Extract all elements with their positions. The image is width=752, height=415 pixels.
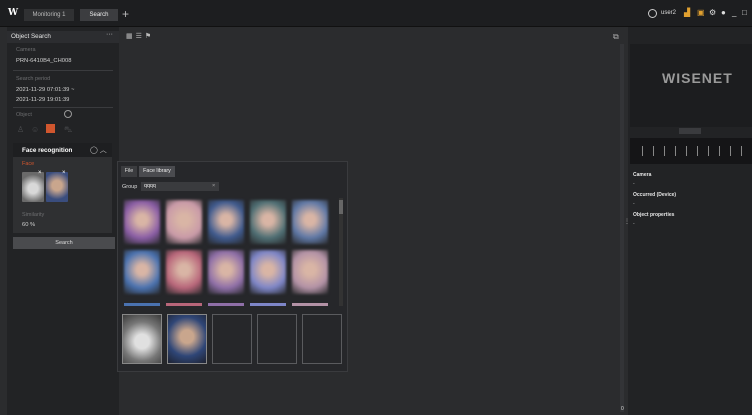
tab-face-library[interactable]: Face library bbox=[139, 166, 175, 177]
props-value: - bbox=[633, 221, 635, 227]
timeline-tick bbox=[708, 146, 709, 156]
position-readout: 0 bbox=[621, 406, 624, 412]
similarity-value[interactable]: 60 % bbox=[22, 222, 35, 228]
library-face-thumbnail[interactable] bbox=[166, 303, 202, 306]
view-mode-icons[interactable]: ▦☰⚑ bbox=[126, 32, 154, 40]
user-name[interactable]: user2 bbox=[661, 10, 676, 16]
timeline-tick bbox=[664, 146, 665, 156]
app-logo: W bbox=[8, 8, 19, 18]
empty-face-slot[interactable] bbox=[302, 314, 342, 364]
vertical-scrollbar[interactable] bbox=[620, 44, 624, 412]
similarity-label: Similarity bbox=[22, 212, 45, 218]
brand-logo: WISENET bbox=[662, 70, 733, 86]
face-thumbnail[interactable] bbox=[46, 172, 68, 202]
grid-scrollbar[interactable] bbox=[339, 198, 343, 306]
timeline-tick bbox=[675, 146, 676, 156]
settings-icon[interactable]: ⚙ bbox=[709, 8, 716, 17]
face-recognition-title: Face recognition bbox=[22, 147, 73, 154]
library-face-thumbnail[interactable] bbox=[208, 200, 244, 244]
object-search-title: Object Search bbox=[11, 33, 51, 40]
remove-icon[interactable]: × bbox=[62, 170, 66, 176]
face-recognition-icon[interactable] bbox=[46, 124, 55, 133]
timeline-tick bbox=[642, 146, 643, 156]
empty-face-slot[interactable] bbox=[212, 314, 252, 364]
library-face-thumbnail[interactable] bbox=[292, 303, 328, 306]
group-select[interactable]: qqqq bbox=[141, 182, 219, 191]
period-end[interactable]: 2021-11-29 19:01:39 bbox=[16, 97, 69, 103]
props-label: Object properties bbox=[633, 212, 675, 218]
timeline-tick bbox=[697, 146, 698, 156]
timeline-tick bbox=[730, 146, 731, 156]
library-face-thumbnail[interactable] bbox=[292, 250, 328, 294]
occurred-label: Occurred (Device) bbox=[633, 192, 677, 198]
timeline-handle[interactable] bbox=[679, 128, 701, 134]
period-start[interactable]: 2021-11-29 07:01:39 ~ bbox=[16, 87, 74, 93]
maximize-icon[interactable]: □ bbox=[742, 8, 747, 17]
divider bbox=[13, 70, 113, 71]
library-face-thumbnail[interactable] bbox=[250, 200, 286, 244]
camera-label: Camera bbox=[633, 172, 652, 178]
tab-search[interactable]: Search bbox=[80, 9, 118, 21]
face-thumbnail[interactable] bbox=[22, 172, 44, 202]
minimize-icon[interactable]: _ bbox=[732, 8, 736, 17]
chart-icon[interactable]: ▟ bbox=[684, 8, 690, 17]
timeline-tick bbox=[719, 146, 720, 156]
occurred-value: - bbox=[633, 201, 635, 207]
library-face-thumbnail[interactable] bbox=[166, 200, 202, 244]
grid-scrollbar-thumb[interactable] bbox=[339, 200, 343, 214]
library-face-thumbnail[interactable] bbox=[124, 250, 160, 294]
camera-value[interactable]: PRN-6410B4_CH008 bbox=[16, 58, 71, 64]
library-face-thumbnail[interactable] bbox=[124, 200, 160, 244]
object-label: Object bbox=[16, 112, 32, 118]
search-button[interactable]: Search bbox=[13, 237, 115, 249]
library-face-thumbnail[interactable] bbox=[292, 200, 328, 244]
user-icon[interactable] bbox=[648, 9, 657, 18]
library-face-thumbnail[interactable] bbox=[208, 303, 244, 306]
divider bbox=[13, 107, 113, 108]
expand-icon[interactable]: ⧉ bbox=[613, 32, 619, 42]
clear-icon[interactable]: × bbox=[212, 183, 215, 189]
library-face-thumbnail[interactable] bbox=[250, 303, 286, 306]
camera-value: - bbox=[633, 181, 635, 187]
lock-icon[interactable]: ▣ bbox=[697, 8, 705, 17]
camera-label: Camera bbox=[16, 47, 36, 53]
tab-monitoring[interactable]: Monitoring 1 bbox=[24, 9, 74, 21]
face-icon[interactable]: ☺ bbox=[31, 125, 39, 134]
face-label: Face bbox=[22, 161, 35, 167]
period-label: Search period bbox=[16, 76, 51, 82]
timeline-tick bbox=[741, 146, 742, 156]
add-tab-button[interactable]: + bbox=[122, 7, 129, 21]
selected-face-thumbnail[interactable] bbox=[167, 314, 207, 364]
info-icon[interactable] bbox=[64, 110, 72, 118]
more-icon[interactable]: ··· bbox=[106, 31, 113, 38]
library-face-thumbnail[interactable] bbox=[250, 250, 286, 294]
library-face-thumbnail[interactable] bbox=[166, 250, 202, 294]
selected-face-thumbnail[interactable] bbox=[122, 314, 162, 364]
info-icon[interactable]: ● bbox=[721, 8, 726, 17]
tab-file[interactable]: File bbox=[121, 166, 137, 177]
collapse-icon[interactable]: ◯ ︿ bbox=[90, 145, 107, 155]
group-label: Group bbox=[122, 184, 138, 190]
person-icon[interactable]: ♙ bbox=[17, 125, 24, 134]
remove-icon[interactable]: × bbox=[38, 170, 42, 176]
library-face-thumbnail[interactable] bbox=[124, 303, 160, 306]
timeline-tick bbox=[653, 146, 654, 156]
timeline[interactable] bbox=[630, 138, 752, 164]
timeline-tick bbox=[686, 146, 687, 156]
empty-face-slot[interactable] bbox=[257, 314, 297, 364]
vehicle-icon[interactable]: ⛍ bbox=[64, 125, 72, 135]
library-face-thumbnail[interactable] bbox=[208, 250, 244, 294]
